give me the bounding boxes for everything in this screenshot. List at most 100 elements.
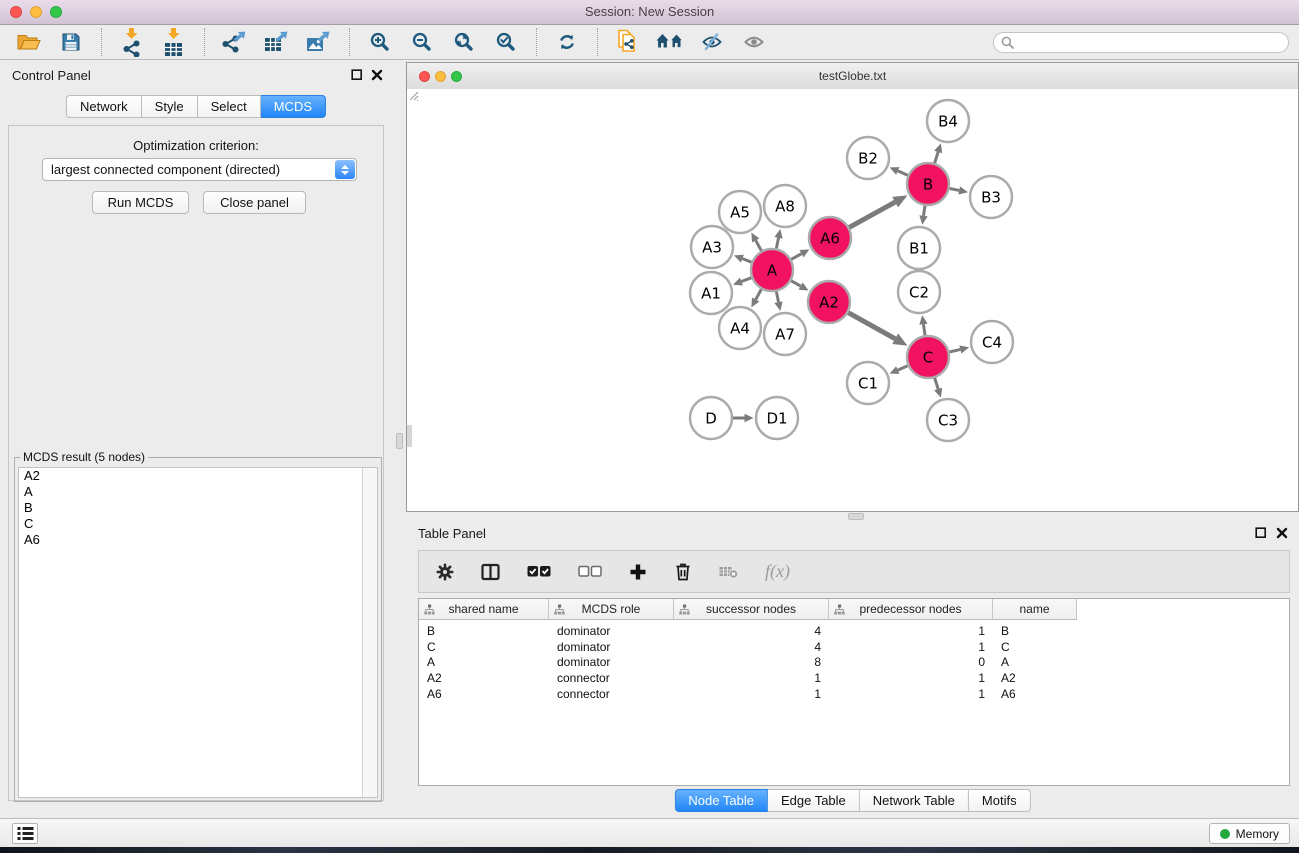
show-all-button[interactable]: [735, 27, 773, 57]
tab-network[interactable]: Network: [66, 95, 142, 118]
column-header-successor-nodes[interactable]: successor nodes: [674, 599, 829, 620]
mcds-result-item[interactable]: A2: [19, 468, 377, 484]
graph-edge-A-A8[interactable]: [774, 229, 782, 251]
export-network-button[interactable]: [216, 27, 254, 57]
save-session-button[interactable]: [52, 27, 90, 57]
mcds-result-item[interactable]: C: [19, 516, 377, 532]
graph-node-D[interactable]: D: [690, 397, 732, 439]
graph-node-A[interactable]: A: [751, 249, 793, 291]
mcds-result-item[interactable]: B: [19, 500, 377, 516]
home-button[interactable]: [651, 27, 689, 57]
mcds-result-item[interactable]: A6: [19, 532, 377, 548]
network-canvas[interactable]: B4B2BB3A5A8A6A3B1AA1C2A2A4A7C4CC1DD1C3: [407, 89, 1298, 511]
resize-grip-icon[interactable]: [407, 89, 419, 101]
graph-node-D1[interactable]: D1: [756, 397, 798, 439]
graph-edge-C-C3[interactable]: [934, 375, 942, 397]
graph-node-C3[interactable]: C3: [927, 399, 969, 441]
add-row-button[interactable]: [629, 563, 647, 581]
optimization-criterion-select[interactable]: largest connected component (directed): [42, 158, 357, 181]
graph-edge-A-A6[interactable]: [789, 249, 810, 260]
table-row[interactable]: A6connector11A6: [419, 686, 1289, 702]
tab-network-table[interactable]: Network Table: [860, 789, 969, 812]
graph-edge-A6-B[interactable]: [847, 195, 908, 228]
table-panel-close-icon[interactable]: [1276, 527, 1288, 539]
graph-node-B3[interactable]: B3: [970, 176, 1012, 218]
graph-edge-A-A5[interactable]: [751, 233, 762, 254]
graph-node-C4[interactable]: C4: [971, 321, 1013, 363]
splitter-grip[interactable]: [848, 513, 864, 520]
graph-node-A7[interactable]: A7: [764, 313, 806, 355]
hide-selection-button[interactable]: [693, 27, 731, 57]
graph-node-B2[interactable]: B2: [847, 137, 889, 179]
open-session-button[interactable]: [10, 27, 48, 57]
splitter-grip[interactable]: [396, 433, 403, 449]
graph-node-A1[interactable]: A1: [690, 272, 732, 314]
tab-select[interactable]: Select: [198, 95, 261, 118]
copy-network-button[interactable]: [609, 27, 647, 57]
table-row[interactable]: Adominator80A: [419, 654, 1289, 670]
graph-edge-C-C1[interactable]: [890, 365, 911, 374]
graph-edge-C-C2[interactable]: [919, 315, 927, 338]
graph-node-C[interactable]: C: [907, 336, 949, 378]
import-table-button[interactable]: [155, 27, 193, 57]
graph-edge-A-A1[interactable]: [733, 277, 754, 286]
graph-edge-A-A3[interactable]: [734, 255, 754, 263]
graph-node-B[interactable]: B: [907, 163, 949, 205]
zoom-fit-button[interactable]: [445, 27, 483, 57]
graph-edge-A-A2[interactable]: [789, 279, 809, 290]
graph-edge-D-D1[interactable]: [730, 414, 754, 422]
vertical-splitter[interactable]: [392, 60, 406, 818]
graph-edge-B-B2[interactable]: [890, 167, 911, 176]
table-row[interactable]: A2connector11A2: [419, 670, 1289, 686]
zoom-out-button[interactable]: [403, 27, 441, 57]
graph-node-A6[interactable]: A6: [809, 217, 851, 259]
control-panel-close-icon[interactable]: [371, 69, 383, 81]
memory-button[interactable]: Memory: [1209, 823, 1290, 844]
delete-row-button[interactable]: [674, 562, 692, 581]
graph-node-A8[interactable]: A8: [764, 185, 806, 227]
graph-node-B1[interactable]: B1: [898, 227, 940, 269]
deselect-all-button[interactable]: [578, 564, 602, 579]
tab-node-table[interactable]: Node Table: [674, 789, 768, 812]
task-history-button[interactable]: [12, 823, 38, 844]
graph-node-C1[interactable]: C1: [847, 362, 889, 404]
select-all-button[interactable]: [527, 564, 551, 579]
graph-node-C2[interactable]: C2: [898, 271, 940, 313]
graph-node-B4[interactable]: B4: [927, 100, 969, 142]
graph-edge-B-B4[interactable]: [934, 143, 942, 165]
column-header-predecessor-nodes[interactable]: predecessor nodes: [829, 599, 993, 620]
mcds-result-item[interactable]: A: [19, 484, 377, 500]
graph-node-A3[interactable]: A3: [691, 226, 733, 268]
canvas-scrollbar-stub[interactable]: [407, 425, 412, 447]
graph-edge-C-C4[interactable]: [946, 345, 969, 353]
export-table-button[interactable]: [258, 27, 296, 57]
function-builder-button[interactable]: f(x): [765, 561, 790, 582]
export-image-button[interactable]: [300, 27, 338, 57]
graph-node-A5[interactable]: A5: [719, 191, 761, 233]
graph-edge-A-A7[interactable]: [774, 289, 782, 311]
import-network-button[interactable]: [113, 27, 151, 57]
column-header-name[interactable]: name: [993, 599, 1077, 620]
graph-edge-A-A4[interactable]: [751, 287, 762, 308]
table-options-button[interactable]: [436, 563, 454, 581]
close-panel-button[interactable]: Close panel: [203, 191, 306, 214]
table-row[interactable]: Bdominator41B: [419, 623, 1289, 639]
column-header-mcds-role[interactable]: MCDS role: [549, 599, 674, 620]
delete-table-button[interactable]: [719, 564, 738, 579]
tab-motifs[interactable]: Motifs: [969, 789, 1031, 812]
show-columns-button[interactable]: [481, 563, 500, 581]
graph-node-A2[interactable]: A2: [808, 281, 850, 323]
tab-style[interactable]: Style: [142, 95, 198, 118]
tab-mcds[interactable]: MCDS: [261, 95, 326, 118]
result-list-scrollbar[interactable]: [362, 468, 377, 797]
refresh-button[interactable]: [548, 27, 586, 57]
tab-edge-table[interactable]: Edge Table: [768, 789, 860, 812]
zoom-in-button[interactable]: [361, 27, 399, 57]
search-input[interactable]: [1018, 35, 1288, 51]
table-panel-float-icon[interactable]: [1255, 527, 1267, 539]
table-row[interactable]: Cdominator41C: [419, 639, 1289, 655]
run-mcds-button[interactable]: Run MCDS: [92, 191, 189, 214]
zoom-selected-button[interactable]: [487, 27, 525, 57]
graph-edge-A2-C[interactable]: [846, 311, 908, 345]
control-panel-float-icon[interactable]: [351, 69, 363, 81]
